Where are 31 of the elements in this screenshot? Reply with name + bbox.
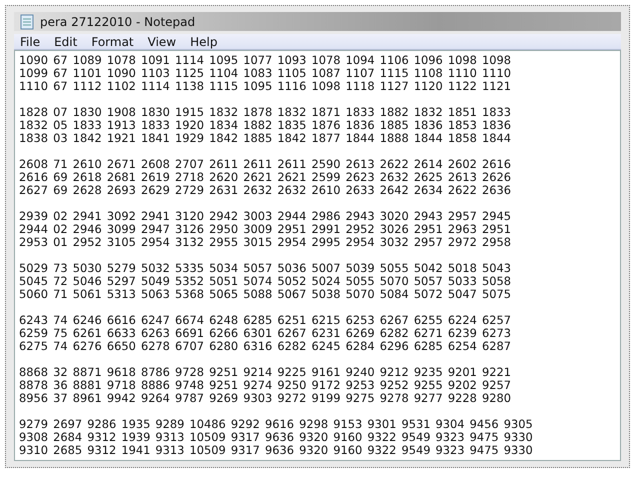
text-line: 2939 02 2941 3092 2941 3120 2942 3003 2944 2986 2943 3020 2943 2957 2945 <box>19 210 512 223</box>
menu-item[interactable]: Format <box>91 34 134 49</box>
notepad-icon <box>20 14 34 30</box>
text-line: 1838 03 1842 1921 1841 1929 1842 1885 1842 1877 1844 1888 1844 1858 1844 <box>19 132 512 145</box>
text-line: 8956 37 8961 9942 9264 9787 9269 9303 9272 9199 9275 9278 9277 9228 9280 <box>19 392 512 405</box>
text-line: 6259 75 6261 6633 6263 6691 6266 6301 6267 6231 6269 6282 6271 6239 6273 <box>19 327 512 340</box>
text-line: 5060 71 5061 5313 5063 5368 5065 5088 5067 5038 5070 5084 5072 5047 5075 <box>19 288 512 301</box>
text-line: 2627 69 2628 2693 2629 2729 2631 2632 2632 2610 2633 2642 2634 2622 2636 <box>19 184 512 197</box>
text-line: 2944 02 2946 3099 2947 3126 2950 3009 2951 2991 2952 3026 2951 2963 2951 <box>19 223 512 236</box>
text-line: 2608 71 2610 2671 2608 2707 2611 2611 2611 2590 2613 2622 2614 2602 2616 <box>19 158 512 171</box>
text-line: 5045 72 5046 5297 5049 5352 5051 5074 5052 5024 5055 5070 5057 5033 5058 <box>19 275 512 288</box>
text-line: 1099 67 1101 1090 1103 1125 1104 1083 1105 1087 1107 1115 1108 1110 1110 <box>19 67 512 80</box>
text-line: 1090 67 1089 1078 1091 1114 1095 1077 1093 1078 1094 1106 1096 1098 1098 <box>19 54 512 67</box>
text-line: 6275 74 6276 6650 6278 6707 6280 6316 6282 6245 6284 6296 6285 6254 6287 <box>19 340 512 353</box>
text-line: 1832 05 1833 1913 1833 1920 1834 1882 1835 1876 1836 1885 1836 1853 1836 <box>19 119 512 132</box>
menu-item[interactable]: Edit <box>54 34 78 49</box>
text-line: 1828 07 1830 1908 1830 1915 1832 1878 1832 1871 1833 1882 1832 1851 1833 <box>19 106 512 119</box>
text-line: 8878 36 8881 9718 8886 9748 9251 9274 9250 9172 9253 9252 9255 9202 9257 <box>19 379 512 392</box>
menu-item[interactable]: View <box>148 34 176 49</box>
text-line: 2616 69 2618 2681 2619 2718 2620 2621 2621 2599 2623 2632 2625 2613 2626 <box>19 171 512 184</box>
menu-item[interactable]: File <box>20 34 40 49</box>
menu-item[interactable]: Help <box>190 34 218 49</box>
text-line: 2953 01 2952 3105 2954 3132 2955 3015 2954 2995 2954 3032 2957 2972 2958 <box>19 236 512 249</box>
text-line: 9279 2697 9286 1935 9289 10486 9292 9616 9298 9153 9301 9531 9304 9456 9305 <box>19 418 534 431</box>
text-line: 8868 32 8871 9618 8786 9728 9251 9214 9225 9161 9240 9212 9235 9201 9221 <box>19 366 512 379</box>
text-line: 9308 2684 9312 1939 9313 10509 9317 9636 9320 9160 9322 9549 9323 9475 9330 <box>19 431 534 444</box>
text-line: 6243 74 6246 6616 6247 6674 6248 6285 6251 6215 6253 6267 6255 6224 6257 <box>19 314 512 327</box>
text-line: 9310 2685 9312 1941 9313 10509 9317 9636 9320 9160 9322 9549 9323 9475 9330 <box>19 444 534 457</box>
text-line: 5029 73 5030 5279 5032 5335 5034 5057 5036 5007 5039 5055 5042 5018 5043 <box>19 262 512 275</box>
text-line: 1110 67 1112 1102 1114 1138 1115 1095 1116 1098 1118 1127 1120 1122 1121 <box>19 80 512 93</box>
window-title: pera 27122010 - Notepad <box>40 14 196 29</box>
